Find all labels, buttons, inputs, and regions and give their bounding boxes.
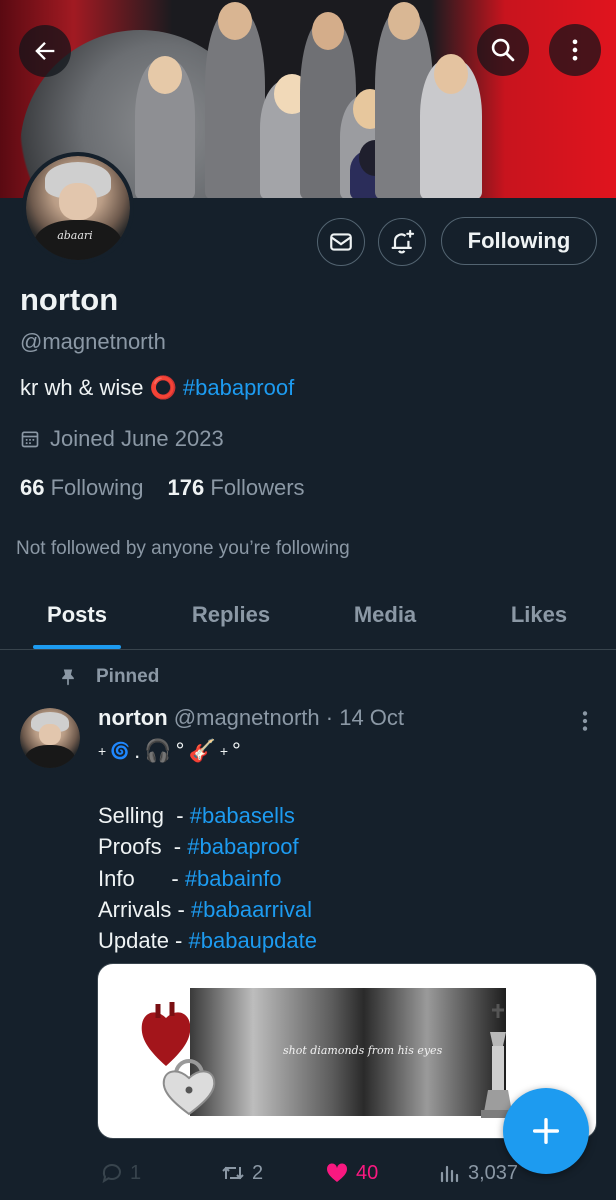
heart-icon <box>326 1163 348 1182</box>
post-line: Arrivals - #babaarrival <box>98 894 317 925</box>
tab-replies[interactable]: Replies <box>154 580 308 649</box>
post-line: Proofs - #babaproof <box>98 831 317 862</box>
following-button[interactable]: Following <box>441 217 597 265</box>
bio-emoji: ⭕ <box>149 375 177 400</box>
pinned-indicator: Pinned <box>58 666 159 688</box>
deco-dot: . <box>134 738 141 763</box>
calendar-icon <box>21 431 39 448</box>
follow-stats: 66 Following 176 Followers <box>20 475 305 501</box>
views-icon <box>440 1165 459 1183</box>
line-label: Proofs - <box>98 834 188 860</box>
line-label: Info - <box>98 865 185 891</box>
arrow-left-icon <box>35 42 55 60</box>
views-button[interactable]: 3,037 <box>438 1161 518 1185</box>
repost-button[interactable]: 2 <box>220 1161 324 1185</box>
more-vertical-icon <box>582 711 588 731</box>
more-vertical-icon <box>572 39 578 61</box>
like-count: 40 <box>356 1161 379 1184</box>
profile-name: norton <box>20 282 119 317</box>
bio-hashtag-link[interactable]: #babaproof <box>183 375 294 401</box>
post-line: Selling - #babasells <box>98 800 317 831</box>
plus-icon <box>532 1117 560 1145</box>
profile-bio: kr wh & wise ⭕ #babaproof <box>20 375 294 401</box>
post-avatar-image <box>20 708 80 768</box>
hashtag-link[interactable]: #babaproof <box>187 831 298 862</box>
notifications-button[interactable] <box>378 218 426 266</box>
views-count: 3,037 <box>468 1161 519 1184</box>
followers-stat[interactable]: 176 Followers <box>168 475 305 501</box>
guitar-emoji: 🎸 <box>188 738 216 763</box>
post-body: Selling - #babasells Proofs - #babaproof… <box>98 800 317 956</box>
profile-tabs: Posts Replies Media Likes <box>0 580 616 650</box>
active-tab-indicator <box>33 645 121 649</box>
followers-count: 176 <box>167 475 205 500</box>
joined-text: Joined June 2023 <box>50 426 224 451</box>
line-label: Selling - <box>98 803 190 828</box>
more-options-button[interactable] <box>549 24 601 76</box>
tab-replies-label: Replies <box>191 601 271 627</box>
deco-swirl: 🌀 <box>110 743 131 760</box>
post-line: Info - #babainfo <box>98 863 317 894</box>
deco-degree: ° <box>175 738 185 763</box>
tab-media-label: Media <box>353 601 417 627</box>
post-author-handle: @magnetnorth <box>173 705 320 730</box>
avatar-image: abaari <box>26 156 130 260</box>
not-followed-note: Not followed by anyone you’re following <box>16 538 350 559</box>
repost-icon <box>222 1166 244 1180</box>
repost-count: 2 <box>252 1161 264 1184</box>
tab-posts-label: Posts <box>47 601 107 627</box>
post-line: Update - #babaupdate <box>98 925 317 956</box>
like-button[interactable]: 40 <box>324 1161 438 1185</box>
followers-label: Followers <box>210 475 305 500</box>
avatar-shirt-text: abaari <box>57 228 93 242</box>
pinned-label: Pinned <box>96 666 160 687</box>
message-button[interactable] <box>317 218 365 266</box>
following-count: 66 <box>20 475 45 500</box>
deco-degree: ° <box>232 738 241 763</box>
profile-handle: @magnetnorth <box>20 329 166 354</box>
tab-media[interactable]: Media <box>308 580 462 649</box>
post-more-button[interactable] <box>578 708 592 739</box>
headphones-emoji: 🎧 <box>144 738 172 763</box>
following-label: Following <box>50 475 144 500</box>
hashtag-link[interactable]: #babaarrival <box>191 894 312 925</box>
post-author-avatar[interactable] <box>20 708 80 768</box>
banner-group-photo <box>135 0 485 198</box>
post-deco-line: + 🌀 . 🎧 ° 🎸 + ° <box>98 738 241 764</box>
profile-avatar[interactable]: abaari <box>22 152 134 264</box>
hashtag-link[interactable]: #babainfo <box>185 863 282 894</box>
envelope-icon <box>330 233 352 251</box>
post-separator: · <box>325 705 334 730</box>
search-button[interactable] <box>477 24 529 76</box>
compose-post-button[interactable] <box>503 1088 589 1174</box>
search-icon <box>491 38 515 62</box>
tab-likes-label: Likes <box>510 601 568 627</box>
post-header: norton @magnetnorth · 14 Oct <box>98 705 404 731</box>
media-caption: shot diamonds from his eyes <box>283 1044 443 1057</box>
line-label: Update - <box>98 928 189 954</box>
heart-lock-icon <box>162 1059 216 1116</box>
deco-plus: + <box>98 743 107 759</box>
hashtag-link[interactable]: #babasells <box>190 800 295 831</box>
pin-icon <box>62 669 74 686</box>
line-label: Arrivals - <box>98 896 191 922</box>
tab-likes[interactable]: Likes <box>462 580 616 649</box>
hashtag-link[interactable]: #babaupdate <box>189 925 317 956</box>
post-author-name[interactable]: norton <box>98 705 168 730</box>
following-stat[interactable]: 66 Following <box>20 475 144 501</box>
joined-date: Joined June 2023 <box>20 426 224 452</box>
post-date: 14 Oct <box>339 705 405 730</box>
bio-text: kr wh & wise <box>20 375 144 400</box>
reply-button[interactable]: 1 <box>100 1161 220 1185</box>
bell-plus-icon <box>391 229 415 254</box>
back-button[interactable] <box>19 25 71 77</box>
tab-posts[interactable]: Posts <box>0 580 154 649</box>
reply-count: 1 <box>130 1161 142 1184</box>
deco-plus: + <box>219 743 229 759</box>
reply-icon <box>102 1164 121 1184</box>
